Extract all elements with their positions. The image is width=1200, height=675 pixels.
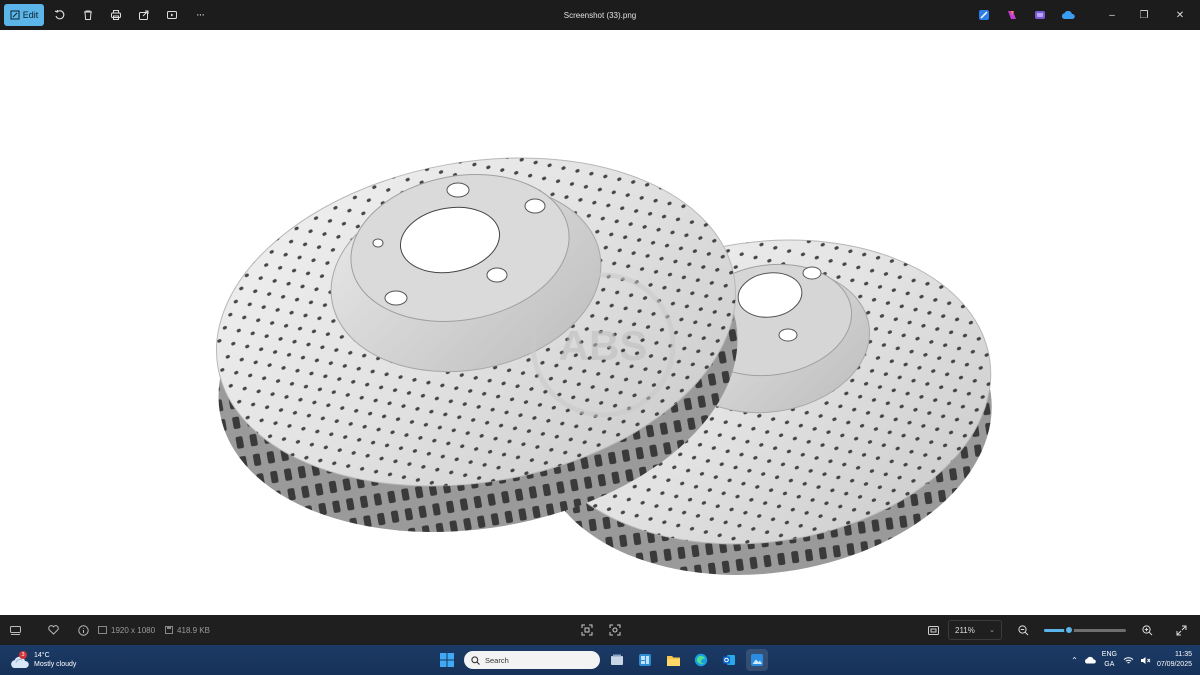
weather-badge: 3	[19, 651, 27, 659]
close-button[interactable]: ✕	[1160, 0, 1200, 30]
title-bar: Edit ··· Screenshot (33).png – ❐ ✕	[0, 0, 1200, 30]
onedrive-button[interactable]	[1054, 0, 1082, 30]
zoom-out-icon	[1017, 624, 1028, 635]
fit-to-window-button[interactable]	[572, 615, 602, 645]
edit-icon	[10, 10, 20, 20]
clock-date: 07/09/2025	[1156, 661, 1192, 668]
copilot-icon	[1008, 11, 1016, 19]
edge-icon	[694, 653, 708, 667]
taskbar-center: Search	[436, 645, 768, 675]
image-viewer[interactable]: ABS	[0, 30, 1200, 615]
more-options-button[interactable]: ···	[186, 0, 214, 30]
windows-logo-icon	[440, 653, 454, 667]
edit-label: Edit	[22, 10, 39, 20]
clock[interactable]: 11:35 07/09/2025	[1157, 650, 1192, 670]
search-icon	[471, 655, 480, 665]
restore-button[interactable]: ❐	[1128, 0, 1160, 30]
print-icon	[111, 10, 121, 20]
share-button[interactable]	[130, 0, 158, 30]
filmstrip-icon	[9, 625, 21, 635]
actual-size-icon	[927, 625, 939, 635]
file-info-button[interactable]	[68, 615, 98, 645]
title-right-tools: – ❐ ✕	[970, 0, 1200, 30]
task-view-icon	[611, 654, 623, 665]
share-icon	[139, 10, 149, 20]
weather-widget[interactable]: 3 14°C Mostly cloudy	[10, 648, 76, 672]
weather-condition: Mostly cloudy	[34, 661, 77, 668]
svg-text:ABS: ABS	[559, 322, 648, 369]
weather-icon-wrap: 3	[10, 650, 30, 670]
edit-button[interactable]: Edit	[4, 4, 44, 26]
slideshow-button[interactable]	[158, 0, 186, 30]
wifi-icon[interactable]	[1123, 656, 1134, 665]
delete-button[interactable]	[74, 0, 102, 30]
onedrive-icon	[1061, 10, 1075, 19]
dimensions-text: 1920 x 1080	[111, 625, 156, 635]
onedrive-tray-icon[interactable]	[1084, 656, 1096, 664]
scan-icon	[609, 624, 621, 636]
zoom-out-button[interactable]	[1008, 615, 1038, 645]
heart-icon	[47, 625, 59, 635]
taskbar: 3 14°C Mostly cloudy Search ⌃ ENG GA 11:…	[0, 645, 1200, 675]
photos-app-window: Edit ··· Screenshot (33).png – ❐ ✕ ABS 1…	[0, 0, 1200, 675]
widgets-icon	[639, 654, 651, 666]
filmstrip-button[interactable]	[0, 615, 30, 645]
rotate-icon	[54, 9, 65, 20]
clipchamp-icon	[1035, 11, 1045, 19]
show-hidden-icons-chevron-icon[interactable]: ⌃	[1071, 656, 1078, 665]
weather-text: 14°C Mostly cloudy	[34, 651, 76, 669]
folder-icon	[666, 655, 680, 666]
taskbar-search[interactable]: Search	[464, 651, 600, 669]
rotate-button[interactable]	[46, 0, 74, 30]
slideshow-icon	[167, 11, 177, 19]
clipchamp-app-button[interactable]	[1026, 0, 1054, 30]
zoom-in-icon	[1141, 624, 1152, 635]
favorite-button[interactable]	[38, 615, 68, 645]
file-explorer-button[interactable]	[662, 649, 684, 671]
chevron-down-icon: ⌄	[989, 627, 995, 634]
zoom-slider[interactable]	[1044, 624, 1126, 635]
edge-button[interactable]	[690, 649, 712, 671]
fit-icon	[581, 624, 593, 636]
disk-icon	[165, 626, 174, 634]
info-icon	[77, 624, 89, 636]
speaker-muted-icon[interactable]	[1140, 656, 1151, 665]
expand-icon	[1176, 625, 1186, 635]
photos-app-button[interactable]	[746, 649, 768, 671]
widgets-button[interactable]	[634, 649, 656, 671]
photos-icon	[751, 654, 763, 666]
weather-temp: 14°C	[34, 652, 50, 659]
file-size: 418.9 KB	[165, 626, 210, 635]
outlook-icon	[723, 655, 735, 665]
actual-size-button[interactable]	[918, 615, 948, 645]
file-size-text: 418.9 KB	[177, 625, 210, 635]
brake-discs-image: ABS	[215, 157, 992, 575]
search-placeholder: Search	[485, 655, 509, 665]
language-code: ENG	[1101, 651, 1117, 658]
zoom-in-button[interactable]	[1132, 615, 1162, 645]
start-button[interactable]	[436, 649, 458, 671]
image-dimensions: 1920 x 1080	[98, 626, 155, 635]
keyboard-layout: GA	[1104, 661, 1115, 668]
visual-search-button[interactable]	[600, 615, 630, 645]
zoom-dropdown[interactable]: 211% ⌄	[948, 620, 1002, 640]
zoom-slider-thumb[interactable]	[1063, 624, 1074, 635]
zoom-value: 211%	[955, 625, 975, 635]
image-size-icon	[98, 626, 107, 634]
copilot-app-button[interactable]	[998, 0, 1026, 30]
language-indicator[interactable]: ENG GA	[1102, 650, 1117, 670]
task-view-button[interactable]	[606, 649, 628, 671]
minimize-button[interactable]: –	[1096, 0, 1128, 30]
designer-icon	[979, 10, 989, 20]
more-icon: ···	[196, 9, 205, 21]
designer-app-button[interactable]	[970, 0, 998, 30]
system-tray: ⌃ ENG GA 11:35 07/09/2025	[1071, 645, 1192, 675]
zoom-controls: 211% ⌄	[918, 615, 1200, 645]
fullscreen-button[interactable]	[1166, 615, 1196, 645]
status-bar: 1920 x 1080 418.9 KB 211% ⌄	[0, 615, 1200, 645]
print-button[interactable]	[102, 0, 130, 30]
outlook-button[interactable]	[718, 649, 740, 671]
delete-icon	[84, 10, 92, 20]
clock-time: 11:35	[1175, 651, 1192, 658]
